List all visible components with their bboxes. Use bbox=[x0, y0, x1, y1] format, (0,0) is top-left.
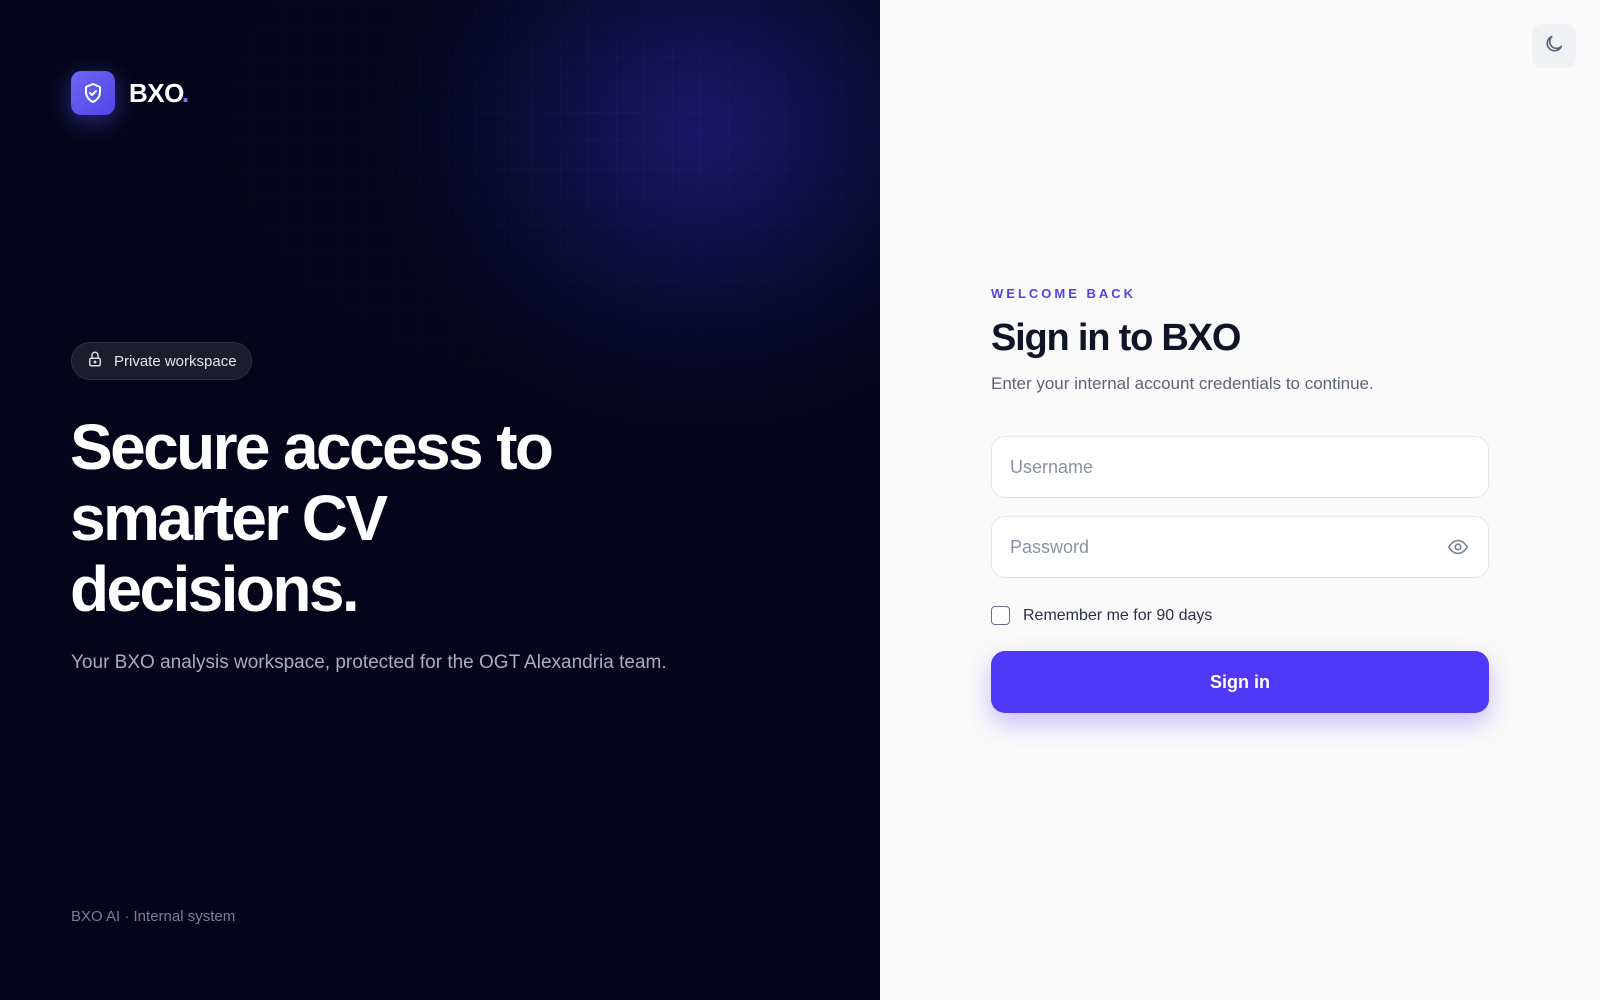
brand-dot: . bbox=[181, 77, 190, 108]
moon-icon bbox=[1543, 33, 1565, 60]
eyebrow-label: WELCOME BACK bbox=[991, 286, 1137, 301]
hero-panel: BXO. Private workspace Secure access to … bbox=[0, 0, 880, 1000]
lock-icon bbox=[86, 350, 104, 372]
hero-line: smarter CV bbox=[70, 482, 388, 554]
page-description: Enter your internal account credentials … bbox=[991, 374, 1374, 393]
login-form: WELCOME BACK Sign in to BXO Enter your i… bbox=[991, 286, 1489, 713]
badge-label: Private workspace bbox=[114, 352, 237, 370]
footer-note: BXO AI · Internal system bbox=[71, 908, 236, 925]
username-input[interactable] bbox=[1010, 456, 1470, 478]
password-input[interactable] bbox=[1010, 536, 1446, 558]
theme-toggle-button[interactable] bbox=[1532, 24, 1576, 68]
hero-headline: Secure access to smarter CV decisions. bbox=[70, 412, 690, 625]
sign-in-button[interactable]: Sign in bbox=[991, 651, 1489, 713]
password-field bbox=[991, 516, 1489, 578]
page-title: Sign in to BXO bbox=[991, 317, 1241, 359]
remember-me[interactable]: Remember me for 90 days bbox=[991, 606, 1489, 625]
hero-line: decisions. bbox=[70, 553, 360, 625]
remember-checkbox[interactable] bbox=[991, 606, 1010, 625]
private-workspace-badge: Private workspace bbox=[71, 342, 252, 380]
shield-check-icon bbox=[71, 71, 115, 115]
hero-subtitle: Your BXO analysis workspace, protected f… bbox=[71, 652, 667, 673]
brand-name: BXO bbox=[129, 77, 184, 108]
username-field bbox=[991, 436, 1489, 498]
brand: BXO. bbox=[71, 71, 189, 115]
eye-icon[interactable] bbox=[1446, 535, 1470, 559]
remember-label: Remember me for 90 days bbox=[1023, 606, 1213, 624]
hero-line: Secure access to bbox=[70, 411, 554, 483]
login-panel: WELCOME BACK Sign in to BXO Enter your i… bbox=[880, 0, 1600, 1000]
